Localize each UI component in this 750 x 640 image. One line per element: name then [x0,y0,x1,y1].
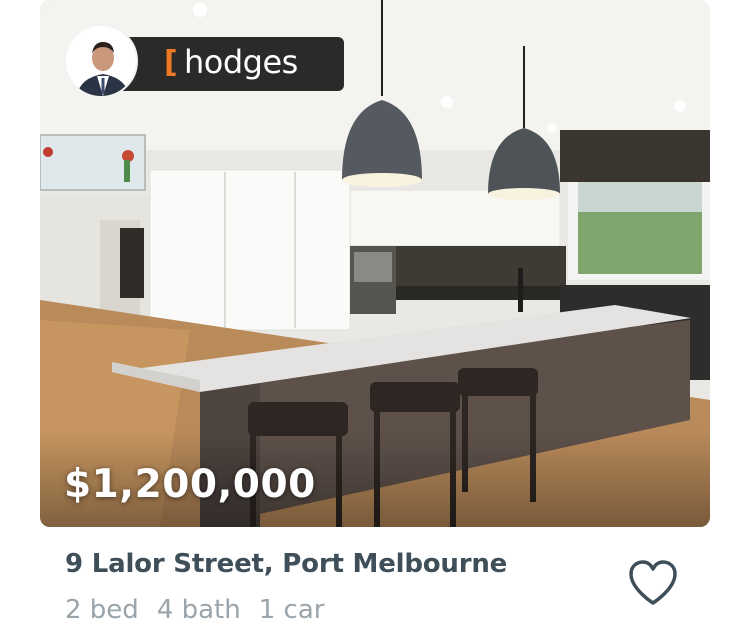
agency-logo: [ hodges [120,37,344,91]
listing-price: $1,200,000 [64,462,316,507]
heart-outline-icon [629,560,677,605]
listing-address[interactable]: 9 Lalor Street, Port Melbourne [65,549,507,579]
bath-count: 4 bath [156,595,241,625]
bed-count: 2 bed [65,595,139,625]
car-count: 1 car [258,595,325,625]
favorite-button[interactable] [626,558,680,608]
agency-logo-bracket: [ [164,45,178,80]
listing-card[interactable]: [ hodges $1,200,000 [40,0,710,527]
agency-name: hodges [184,43,298,81]
listing-features: 2 bed 4 bath 1 car [65,595,342,625]
agent-avatar[interactable] [64,24,138,98]
